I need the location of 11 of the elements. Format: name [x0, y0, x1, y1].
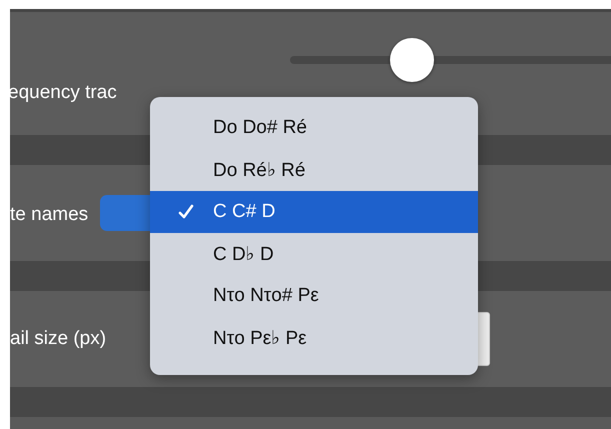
- menu-item[interactable]: C C# D: [150, 191, 478, 233]
- menu-item[interactable]: Do Do# Ré: [150, 107, 478, 149]
- slider-thumb[interactable]: [390, 38, 434, 82]
- menu-item[interactable]: Nτo Nτo# Pε: [150, 275, 478, 317]
- menu-item[interactable]: Do Ré♭ Ré: [150, 149, 478, 191]
- setting-label: te names: [10, 204, 88, 226]
- setting-label: ail size (px): [10, 328, 106, 350]
- setting-label: equency trac: [8, 82, 118, 104]
- checkmark-icon: [178, 204, 194, 220]
- menu-item[interactable]: Nτo Pε♭ Pε: [150, 317, 478, 359]
- menu-item[interactable]: C D♭ D: [150, 233, 478, 275]
